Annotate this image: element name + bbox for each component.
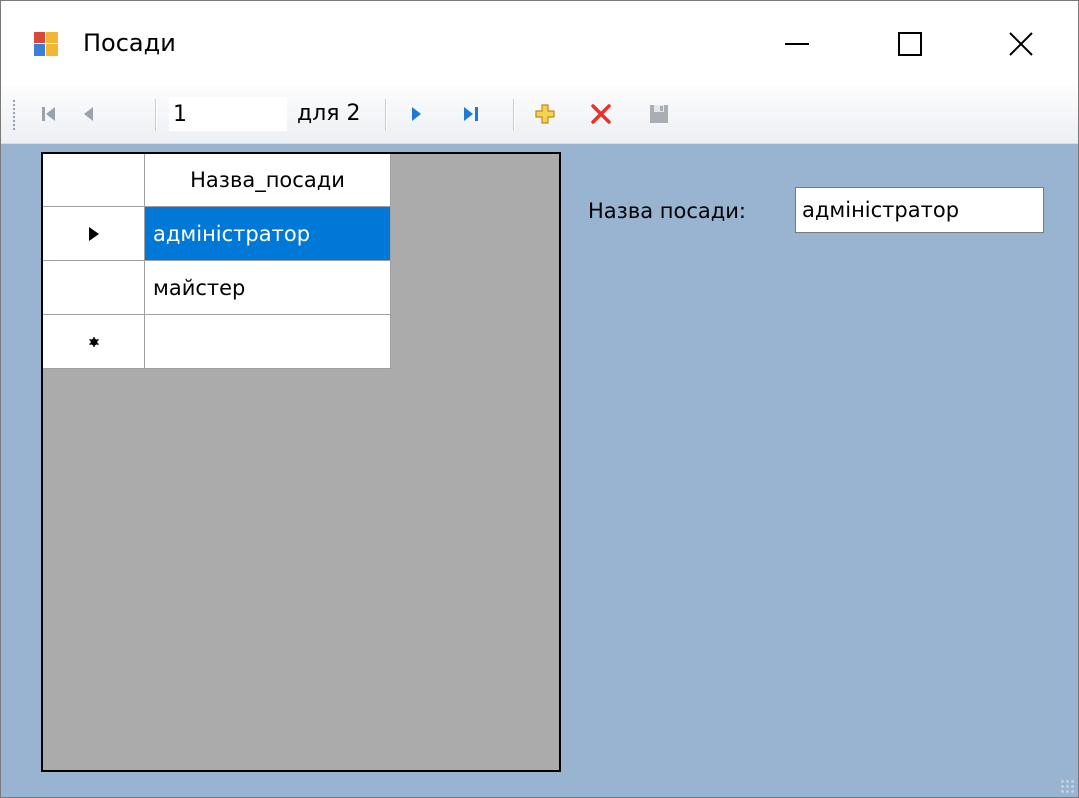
form-icon (34, 32, 58, 56)
maximize-button[interactable] (875, 15, 945, 73)
cell-text: адміністратор (153, 221, 311, 246)
title-bar[interactable]: Посади (1, 1, 1078, 85)
toolbar-separator (513, 99, 515, 131)
move-first-button[interactable] (37, 103, 61, 125)
save-icon (650, 105, 668, 123)
nazva-posady-textbox[interactable] (795, 187, 1044, 233)
position-input[interactable] (169, 97, 287, 131)
maximize-icon (898, 32, 922, 56)
row-header[interactable] (43, 207, 145, 261)
toolbar-separator (155, 99, 157, 131)
move-first-icon (42, 107, 55, 121)
table-row-cell[interactable]: майстер (145, 261, 391, 315)
data-grid[interactable]: Назва_посади адміністратор майстер (41, 152, 561, 772)
row-header[interactable] (43, 315, 145, 369)
move-last-button[interactable] (459, 103, 483, 125)
grid-top-left-header[interactable] (43, 154, 145, 207)
resize-grip[interactable] (1060, 779, 1074, 793)
column-header-nazva-posady[interactable]: Назва_посади (145, 154, 391, 207)
move-next-button[interactable] (405, 103, 429, 125)
toolbar-grip[interactable] (12, 99, 16, 131)
minimize-button[interactable] (762, 15, 832, 73)
move-previous-icon (84, 107, 93, 121)
new-row-cell[interactable] (145, 315, 391, 369)
app-window: Посади для 2 (0, 0, 1079, 798)
window-title: Посади (83, 29, 176, 57)
new-row-asterisk-icon (88, 336, 99, 347)
save-button[interactable] (647, 103, 671, 125)
toolbar-separator (385, 99, 387, 131)
move-previous-button[interactable] (77, 103, 101, 125)
column-header-label: Назва_посади (190, 168, 345, 192)
nazva-posady-label: Назва посади: (588, 199, 746, 223)
close-icon (1009, 32, 1033, 56)
move-next-icon (412, 107, 421, 121)
add-new-button[interactable] (533, 103, 557, 125)
current-row-arrow-icon (88, 226, 99, 241)
row-header[interactable] (43, 261, 145, 315)
close-button[interactable] (986, 15, 1056, 73)
cell-text: майстер (153, 275, 246, 300)
delete-icon (591, 104, 611, 124)
move-last-icon (464, 107, 478, 121)
count-label: для 2 (297, 101, 361, 126)
add-icon (535, 104, 555, 124)
table-row-cell[interactable]: адміністратор (145, 207, 391, 261)
delete-button[interactable] (589, 103, 613, 125)
binding-navigator: для 2 (1, 85, 1078, 144)
minimize-icon (785, 43, 809, 45)
